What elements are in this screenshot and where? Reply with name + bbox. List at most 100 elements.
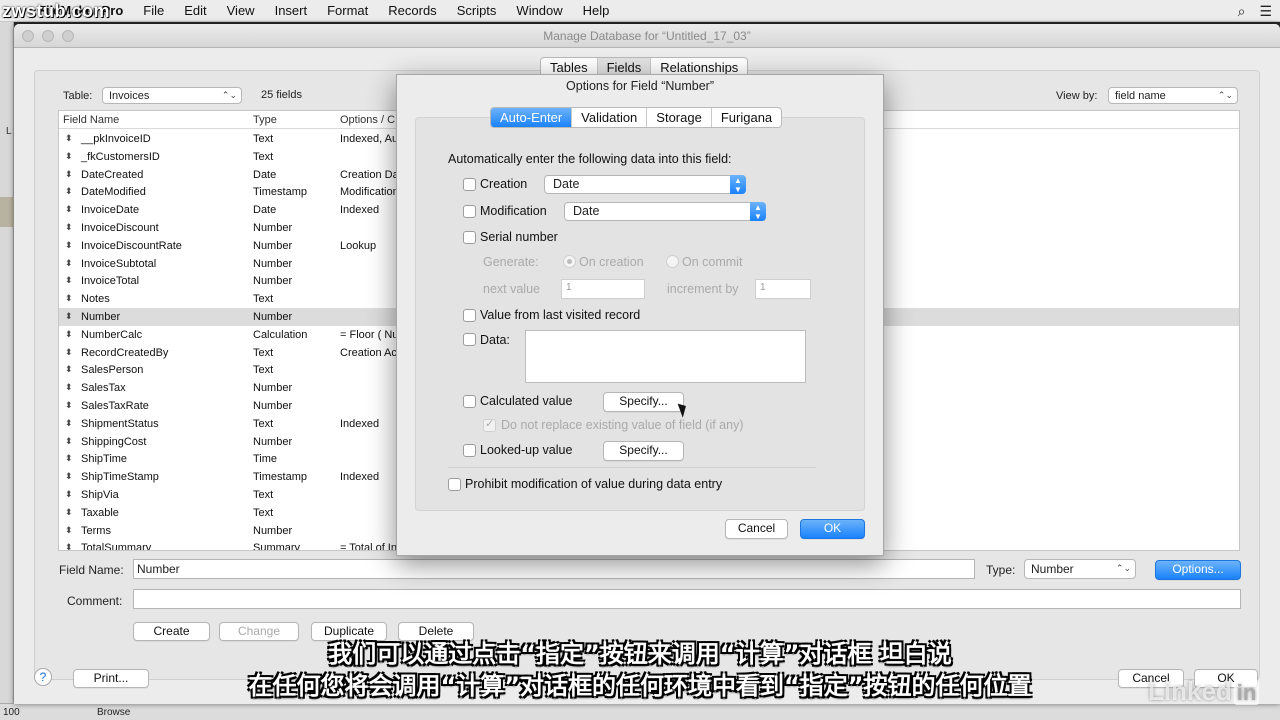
field-row-type: Number: [253, 435, 293, 448]
field-row-name: ShippingCost: [81, 435, 147, 448]
next-value-input[interactable]: 1: [561, 279, 645, 299]
column-header-type[interactable]: Type: [253, 114, 277, 126]
serial-number-checkbox[interactable]: [463, 231, 476, 244]
drag-handle-icon[interactable]: ⬍: [65, 151, 73, 162]
drag-handle-icon[interactable]: ⬍: [65, 542, 73, 550]
drag-handle-icon[interactable]: ⬍: [65, 471, 73, 482]
drag-handle-icon[interactable]: ⬍: [65, 204, 73, 215]
chevron-updown-icon: ⌃⌄: [1115, 563, 1131, 573]
drag-handle-icon[interactable]: ⬍: [65, 311, 73, 322]
drag-handle-icon[interactable]: ⬍: [65, 222, 73, 233]
drag-handle-icon[interactable]: ⬍: [65, 364, 73, 375]
tab-validation[interactable]: Validation: [572, 108, 648, 127]
prohibit-modification-checkbox[interactable]: [448, 478, 461, 491]
linkedin-logo-in: in: [1233, 680, 1260, 705]
status-bar: 100 Browse: [0, 703, 1280, 720]
field-row-name: ShipmentStatus: [81, 417, 159, 430]
tab-auto-enter[interactable]: Auto-Enter: [491, 108, 573, 127]
data-checkbox[interactable]: [463, 333, 476, 346]
menu-insert[interactable]: Insert: [265, 3, 318, 18]
drag-handle-icon[interactable]: ⬍: [65, 133, 73, 144]
fieldname-label: Field Name:: [59, 563, 124, 577]
drag-handle-icon[interactable]: ⬍: [65, 525, 73, 536]
drag-handle-icon[interactable]: ⬍: [65, 400, 73, 411]
viewby-select[interactable]: field name ⌃⌄: [1108, 87, 1238, 104]
dialog-cancel-button[interactable]: Cancel: [725, 519, 788, 539]
viewby-select-value: field name: [1115, 90, 1166, 102]
table-select-value: Invoices: [109, 90, 150, 102]
field-row-type: Summary: [253, 542, 301, 551]
field-row-name: InvoiceDiscount: [81, 222, 159, 234]
field-row-type: Number: [253, 311, 293, 323]
table-select[interactable]: Invoices ⌃⌄: [102, 87, 242, 104]
mode-indicator[interactable]: Browse: [97, 707, 130, 718]
field-row-type: Text: [253, 293, 274, 306]
modification-checkbox[interactable]: [463, 205, 476, 218]
background-stripe: [0, 197, 14, 227]
do-not-replace-checkbox[interactable]: ✓: [483, 418, 496, 432]
drag-handle-icon[interactable]: ⬍: [65, 347, 73, 358]
menu-format[interactable]: Format: [317, 3, 378, 18]
notification-list-icon[interactable]: ☰: [1259, 3, 1272, 20]
field-row-type: Text: [253, 364, 274, 377]
auto-enter-heading: Automatically enter the following data i…: [448, 152, 732, 166]
spotlight-search-icon[interactable]: ⌕: [1238, 3, 1246, 20]
drag-handle-icon[interactable]: ⬍: [65, 436, 73, 447]
drag-handle-icon[interactable]: ⬍: [65, 382, 73, 393]
menu-window[interactable]: Window: [506, 3, 572, 18]
drag-handle-icon[interactable]: ⬍: [65, 453, 73, 464]
drag-handle-icon[interactable]: ⬍: [65, 293, 73, 304]
field-row-name: ShipVia: [81, 489, 119, 501]
drag-handle-icon[interactable]: ⬍: [65, 329, 73, 340]
tab-furigana[interactable]: Furigana: [712, 108, 781, 127]
tab-storage[interactable]: Storage: [647, 108, 712, 127]
field-row-options: Modification: [340, 186, 396, 199]
creation-select[interactable]: Date ▲ ▼: [544, 175, 746, 194]
fieldname-input[interactable]: Number: [133, 559, 975, 579]
viewby-label: View by:: [1056, 90, 1098, 102]
drag-handle-icon[interactable]: ⬍: [65, 507, 73, 518]
menu-view[interactable]: View: [217, 3, 265, 18]
data-label: Data:: [480, 333, 510, 347]
menu-scripts[interactable]: Scripts: [447, 3, 507, 18]
looked-up-label: Looked-up value: [480, 443, 573, 457]
field-row-name: Taxable: [81, 506, 119, 519]
modification-select[interactable]: Date ▲ ▼: [564, 202, 766, 221]
drag-handle-icon[interactable]: ⬍: [65, 240, 73, 251]
dialog-ok-button[interactable]: OK: [800, 519, 865, 539]
on-creation-radio[interactable]: [563, 255, 576, 268]
options-button[interactable]: Options...: [1155, 560, 1241, 580]
type-select[interactable]: Number ⌃⌄: [1024, 559, 1136, 579]
creation-checkbox[interactable]: [463, 178, 476, 191]
field-row-name: TotalSummary: [81, 542, 152, 551]
drag-handle-icon[interactable]: ⬍: [65, 186, 73, 197]
calculated-value-checkbox[interactable]: [463, 395, 476, 408]
comment-input[interactable]: [133, 589, 1241, 609]
drag-handle-icon[interactable]: ⬍: [65, 258, 73, 269]
menu-file[interactable]: File: [133, 3, 174, 18]
increment-input[interactable]: 1: [755, 279, 811, 299]
window-titlebar: Manage Database for “Untitled_17_03”: [14, 24, 1280, 48]
last-visited-checkbox[interactable]: [463, 309, 476, 322]
column-header-name[interactable]: Field Name: [63, 114, 119, 126]
drag-handle-icon[interactable]: ⬍: [65, 418, 73, 429]
field-count: 25 fields: [261, 89, 302, 101]
data-textarea[interactable]: [525, 330, 806, 383]
on-commit-radio[interactable]: [666, 255, 679, 268]
menu-records[interactable]: Records: [378, 3, 446, 18]
field-row-type: Number: [253, 257, 293, 270]
drag-handle-icon[interactable]: ⬍: [65, 275, 73, 286]
field-row-type: Calculation: [253, 328, 308, 341]
drag-handle-icon[interactable]: ⬍: [65, 489, 73, 500]
field-row-type: Number: [253, 400, 293, 412]
looked-up-checkbox[interactable]: [463, 444, 476, 457]
drag-handle-icon[interactable]: ⬍: [65, 169, 73, 180]
field-row-name: Notes: [81, 293, 110, 306]
field-row-name: InvoiceTotal: [81, 275, 140, 288]
menu-help[interactable]: Help: [573, 3, 620, 18]
calculated-specify-button[interactable]: Specify...: [603, 392, 684, 412]
menu-edit[interactable]: Edit: [174, 3, 216, 18]
zoom-level[interactable]: 100: [0, 707, 22, 718]
column-header-options[interactable]: Options / C: [340, 114, 395, 126]
lookup-specify-button[interactable]: Specify...: [603, 441, 684, 461]
